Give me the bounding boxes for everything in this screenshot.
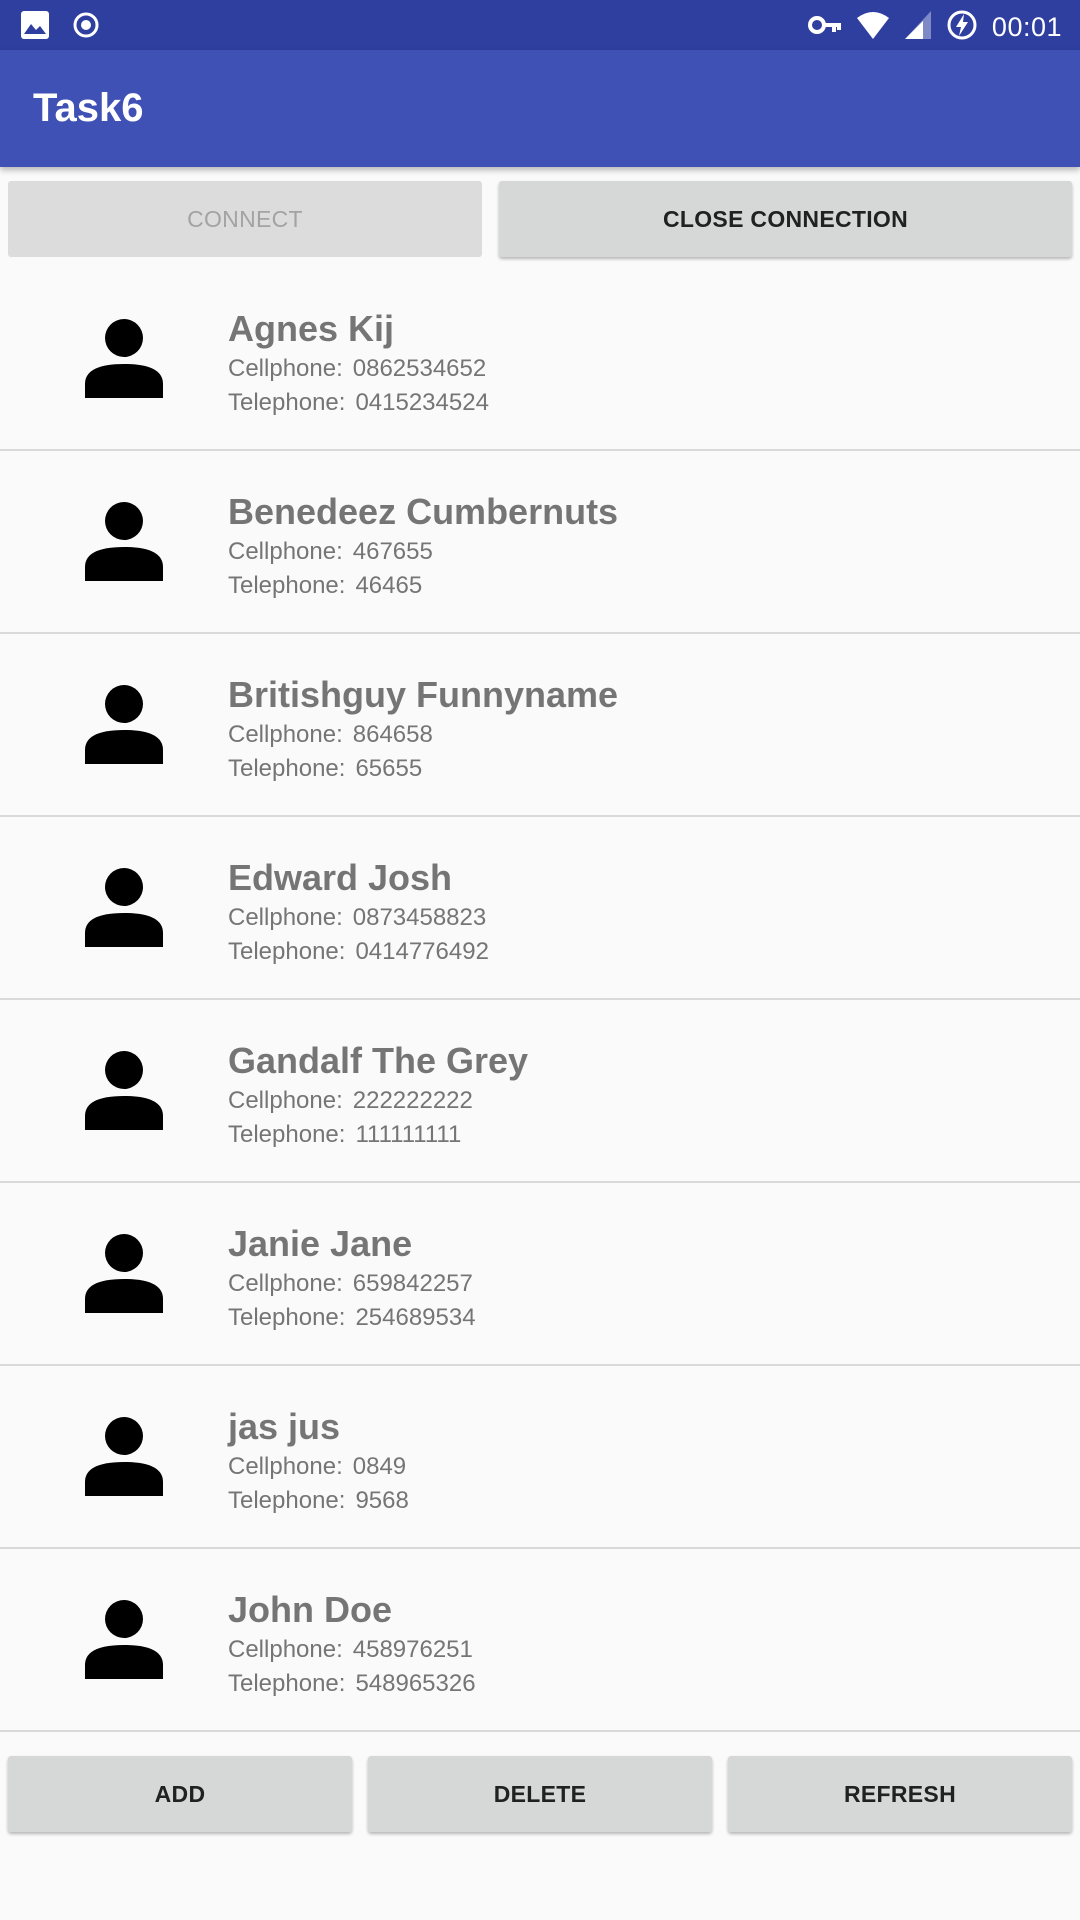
contact-name: jas jus (228, 1406, 341, 1447)
record-icon (72, 11, 100, 44)
cellphone-line: Cellphone: 467655 (228, 538, 433, 566)
status-left-icons (20, 10, 100, 45)
app-bar: Task6 (0, 50, 1080, 167)
contact-row[interactable]: Benedeez Cumbernuts Cellphone: 467655 Telep… (0, 451, 1080, 634)
image-icon (20, 10, 50, 45)
battery-charging-icon (946, 9, 978, 46)
telephone-line: Telephone: 46465 (228, 572, 422, 600)
person-icon (84, 501, 164, 581)
telephone-value: 0414776492 (355, 938, 489, 965)
app-title: Task6 (33, 86, 144, 130)
contact-name: Janie Jane (228, 1223, 413, 1264)
add-button[interactable]: ADD (8, 1756, 352, 1832)
cellphone-line: Cellphone: 864658 (228, 721, 433, 749)
contact-row[interactable]: Britishguy Funnyname Cellphone: 864658 Tele… (0, 634, 1080, 817)
cellphone-line: Cellphone: 0862534652 (228, 355, 486, 383)
key-icon (807, 14, 842, 41)
cellphone-value: 0849 (352, 1453, 407, 1480)
telephone-line: Telephone: 254689534 (228, 1304, 476, 1332)
status-right-icons: 00:01 (807, 9, 1062, 46)
cellphone-label: Cellphone: (228, 1636, 343, 1663)
cellphone-value: 467655 (352, 538, 433, 565)
cellphone-line: Cellphone: 458976251 (228, 1636, 473, 1664)
telephone-line: Telephone: 0414776492 (228, 938, 489, 966)
contact-row[interactable]: Edward Josh Cellphone: 0873458823 Telephone… (0, 817, 1080, 1000)
contact-list[interactable]: Agnes Kij Cellphone: 0862534652 Telephone: 0… (0, 268, 1080, 1732)
cellphone-value: 0873458823 (352, 904, 487, 931)
cellphone-value: 864658 (352, 721, 433, 748)
telephone-line: Telephone: 111111111 (228, 1121, 461, 1149)
cellphone-line: Cellphone: 0873458823 (228, 904, 486, 932)
contact-name: Benedeez Cumbernuts (228, 491, 619, 532)
contact-name: Edward Josh (228, 857, 453, 898)
contact-name: Britishguy Funnyname (228, 674, 619, 715)
signal-icon (904, 10, 932, 45)
cellphone-label: Cellphone: (228, 721, 343, 748)
contact-name: Gandalf The Grey (228, 1040, 529, 1081)
person-icon (84, 1233, 164, 1313)
cellphone-label: Cellphone: (228, 1087, 343, 1114)
telephone-value: 9568 (355, 1487, 409, 1514)
cellphone-line: Cellphone: 222222222 (228, 1087, 473, 1115)
cellphone-label: Cellphone: (228, 538, 343, 565)
contact-row[interactable]: jas jus Cellphone: 0849 Telephone: 9568 (0, 1366, 1080, 1549)
telephone-line: Telephone: 9568 (228, 1487, 409, 1515)
contact-row[interactable]: Janie Jane Cellphone: 659842257 Telephone: 2… (0, 1183, 1080, 1366)
status-bar: 00:01 (0, 0, 1080, 50)
telephone-label: Telephone: (228, 572, 346, 599)
cellphone-value: 0862534652 (352, 355, 487, 382)
telephone-value: 65655 (355, 755, 423, 782)
telephone-line: Telephone: 0415234524 (228, 389, 489, 417)
cellphone-label: Cellphone: (228, 904, 343, 931)
person-icon (84, 1416, 164, 1496)
cellphone-line: Cellphone: 0849 (228, 1453, 406, 1481)
status-time: 00:01 (991, 12, 1062, 42)
refresh-button[interactable]: REFRESH (728, 1756, 1072, 1832)
person-icon (84, 318, 164, 398)
telephone-label: Telephone: (228, 1304, 346, 1331)
cellphone-label: Cellphone: (228, 355, 343, 382)
contact-row[interactable]: John Doe Cellphone: 458976251 Telephone: 548… (0, 1549, 1080, 1732)
telephone-line: Telephone: 65655 (228, 755, 422, 783)
telephone-label: Telephone: (228, 1487, 346, 1514)
cellphone-value: 659842257 (352, 1270, 473, 1297)
telephone-label: Telephone: (228, 1670, 346, 1697)
cellphone-line: Cellphone: 659842257 (228, 1270, 473, 1298)
cellphone-value: 222222222 (352, 1087, 473, 1114)
contact-row[interactable]: Agnes Kij Cellphone: 0862534652 Telephone: 0… (0, 268, 1080, 451)
person-icon (84, 867, 164, 947)
telephone-value: 46465 (355, 572, 423, 599)
wifi-icon (856, 10, 890, 45)
telephone-label: Telephone: (228, 755, 346, 782)
telephone-label: Telephone: (228, 938, 346, 965)
cellphone-label: Cellphone: (228, 1453, 343, 1480)
close-connection-button[interactable]: CLOSE CONNECTION (499, 181, 1072, 257)
cellphone-label: Cellphone: (228, 1270, 343, 1297)
contact-name: Agnes Kij (228, 308, 395, 349)
telephone-label: Telephone: (228, 1121, 346, 1148)
person-icon (84, 1050, 164, 1130)
telephone-value: 254689534 (355, 1304, 476, 1331)
telephone-value: 0415234524 (355, 389, 489, 416)
contact-name: John Doe (228, 1589, 393, 1630)
telephone-label: Telephone: (228, 389, 346, 416)
person-icon (84, 684, 164, 764)
telephone-value: 111111111 (355, 1121, 462, 1148)
contact-row[interactable]: Gandalf The Grey Cellphone: 222222222 Telep… (0, 1000, 1080, 1183)
telephone-line: Telephone: 548965326 (228, 1670, 476, 1698)
telephone-value: 548965326 (355, 1670, 476, 1697)
connect-button[interactable]: CONNECT (8, 181, 482, 257)
delete-button[interactable]: DELETE (368, 1756, 712, 1832)
person-icon (84, 1599, 164, 1679)
cellphone-value: 458976251 (352, 1636, 473, 1663)
